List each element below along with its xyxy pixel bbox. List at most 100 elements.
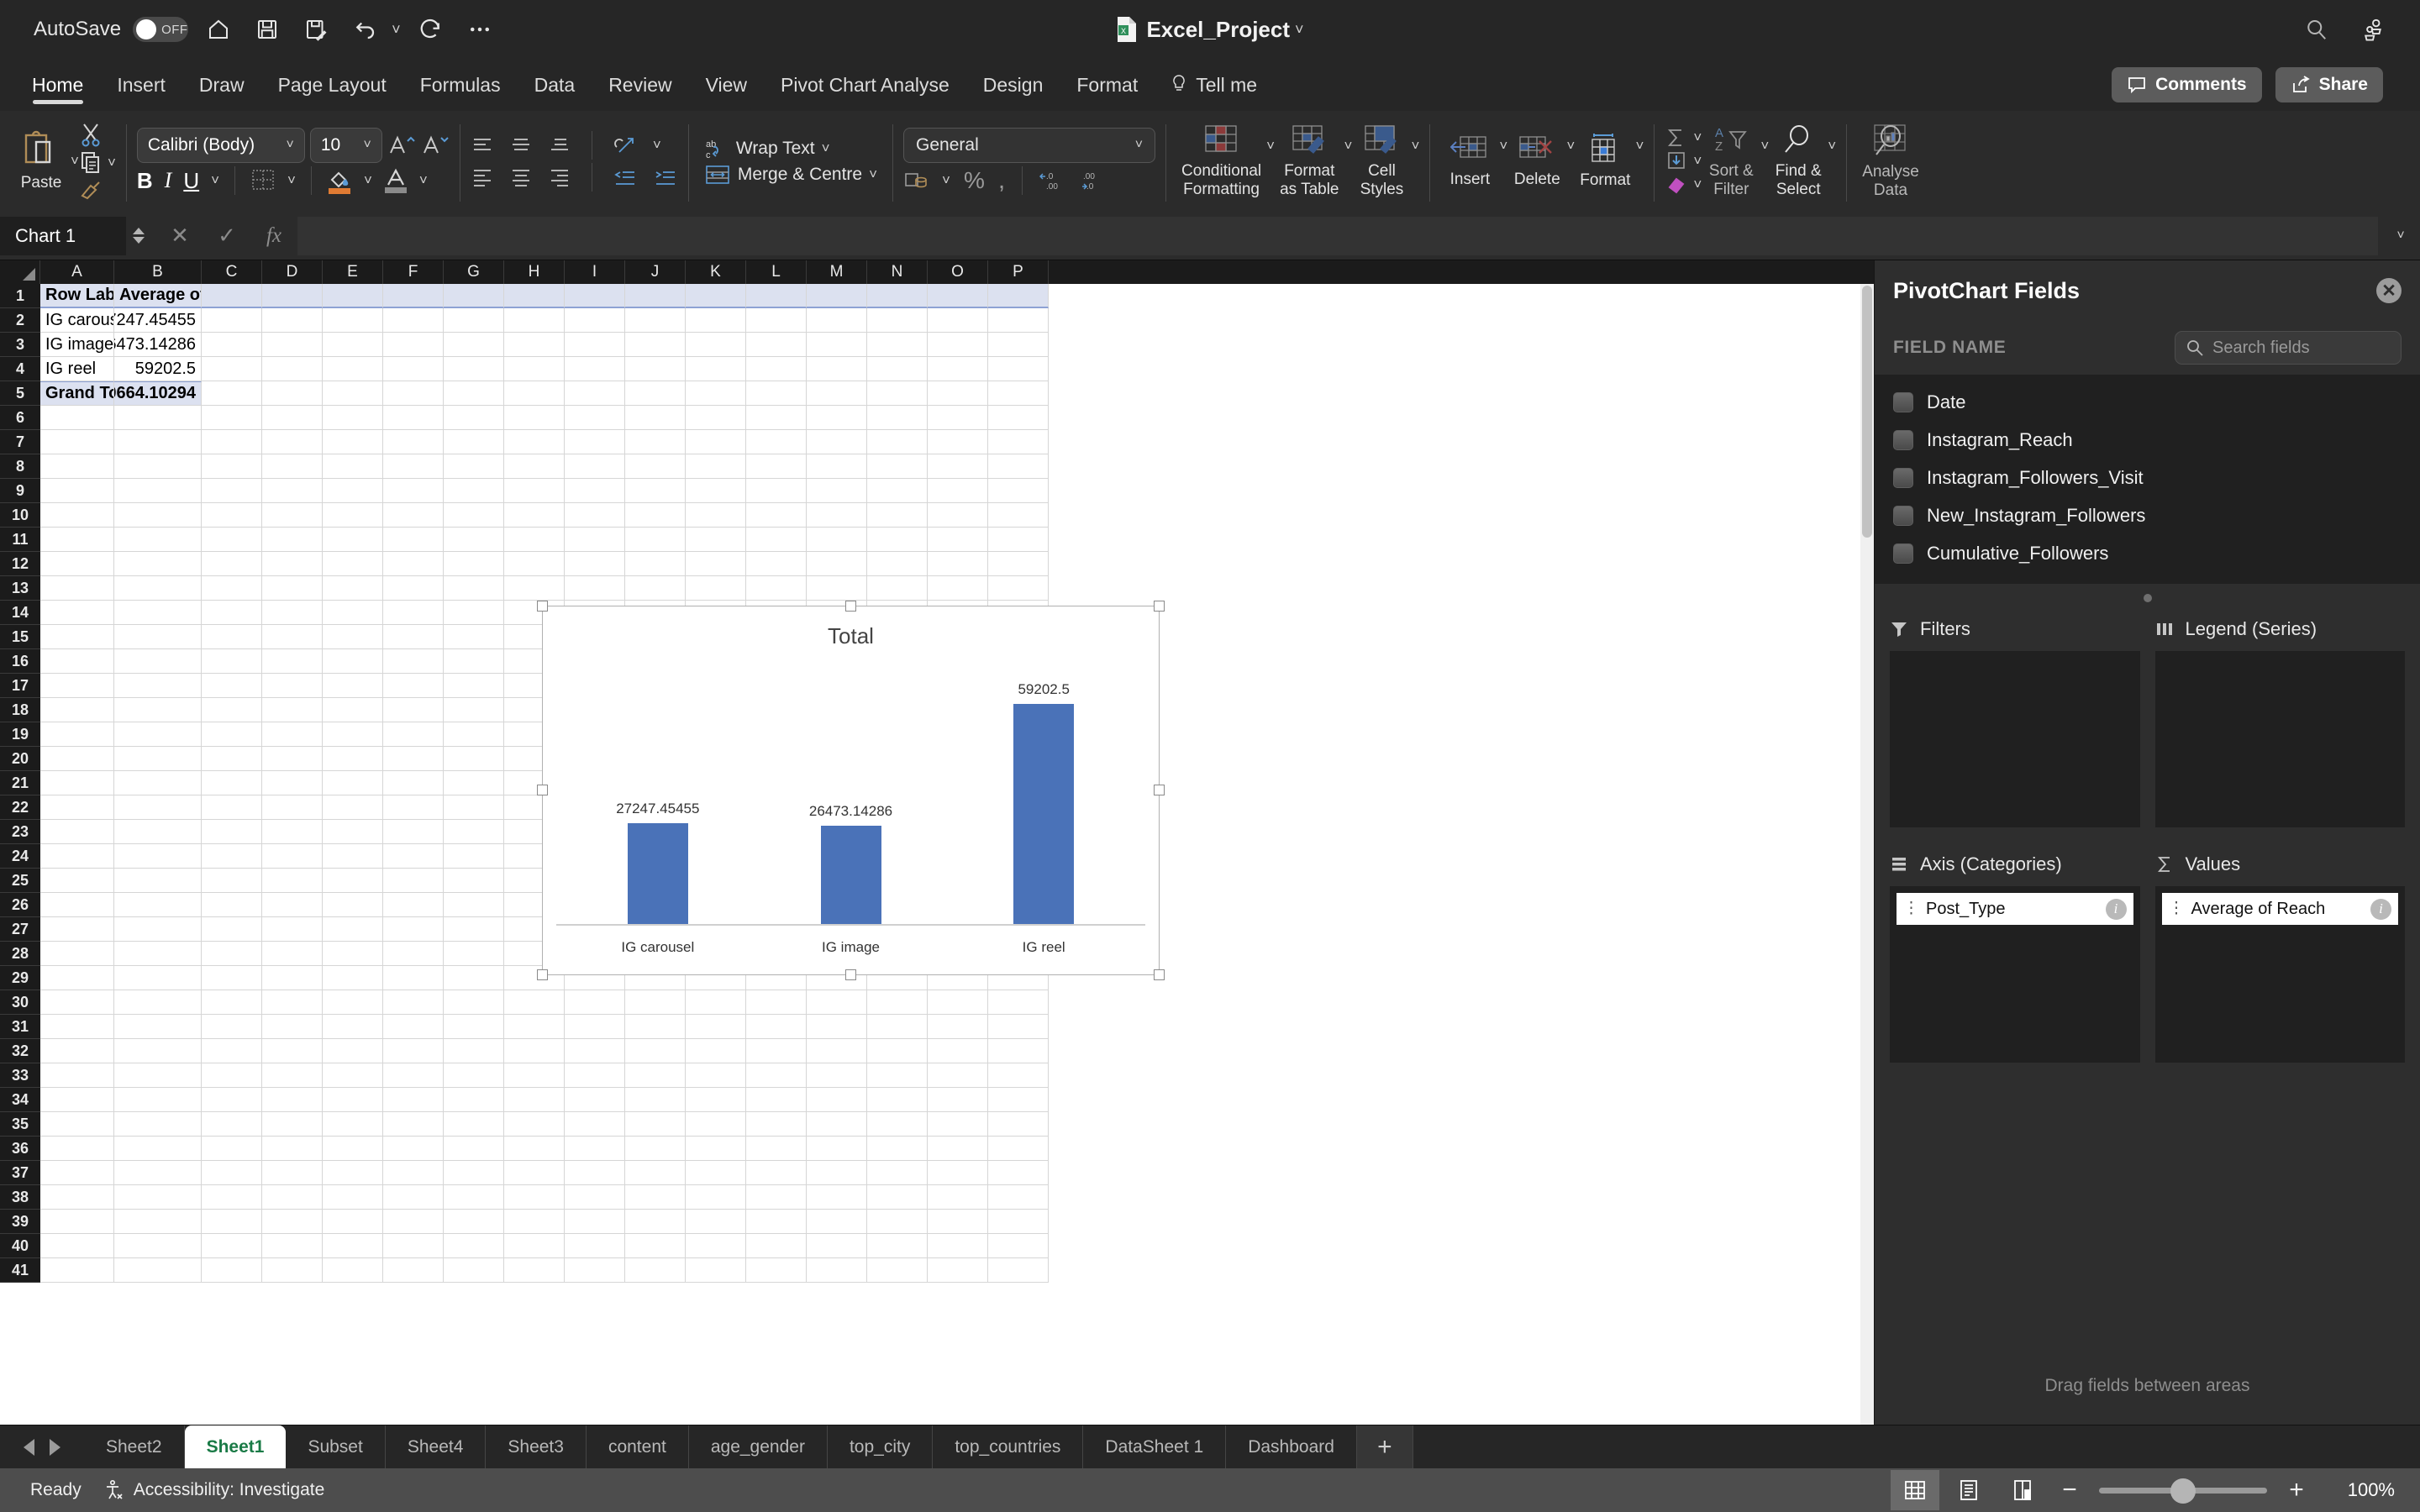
resize-handle-e[interactable] — [1154, 785, 1165, 795]
cell-E33[interactable] — [323, 1063, 383, 1088]
cell-N41[interactable] — [867, 1258, 928, 1283]
row-header-9[interactable]: 9 — [0, 479, 40, 503]
cell-P40[interactable] — [988, 1234, 1049, 1258]
cell-E12[interactable] — [323, 552, 383, 576]
cell-D33[interactable] — [262, 1063, 323, 1088]
zone-filters-box[interactable] — [1890, 651, 2140, 827]
account-icon[interactable] — [2354, 11, 2391, 48]
cell-G26[interactable] — [444, 893, 504, 917]
cell-P10[interactable] — [988, 503, 1049, 528]
column-header-I[interactable]: I — [565, 260, 625, 284]
cell-K30[interactable] — [686, 990, 746, 1015]
autosum-chevron-down-icon[interactable]: ˅ — [1693, 129, 1702, 146]
confirm-formula-button[interactable]: ✓ — [203, 223, 250, 249]
cell-H12[interactable] — [504, 552, 565, 576]
cell-O32[interactable] — [928, 1039, 988, 1063]
cell-M5[interactable] — [807, 381, 867, 406]
cell-A35[interactable] — [40, 1112, 114, 1137]
zoom-slider[interactable] — [2099, 1478, 2267, 1504]
chart-bar-slot[interactable]: 26473.14286 — [755, 665, 948, 924]
row-header-11[interactable]: 11 — [0, 528, 40, 552]
cell-G27[interactable] — [444, 917, 504, 942]
cell-K37[interactable] — [686, 1161, 746, 1185]
cell-E2[interactable] — [323, 308, 383, 333]
cell-H35[interactable] — [504, 1112, 565, 1137]
chart-bar[interactable] — [627, 822, 688, 924]
sheet-next-icon[interactable] — [50, 1438, 60, 1456]
paste-button[interactable]: Paste — [12, 130, 71, 192]
cell-G13[interactable] — [444, 576, 504, 601]
cell-I9[interactable] — [565, 479, 625, 503]
cell-H3[interactable] — [504, 333, 565, 357]
cell-N35[interactable] — [867, 1112, 928, 1137]
cell-D35[interactable] — [262, 1112, 323, 1137]
cell-D1[interactable] — [262, 284, 323, 308]
cell-E29[interactable] — [323, 966, 383, 990]
cell-P2[interactable] — [988, 308, 1049, 333]
row-header-1[interactable]: 1 — [0, 284, 40, 308]
cell-L7[interactable] — [746, 430, 807, 454]
spinner-down-icon[interactable] — [133, 237, 145, 244]
cell-I36[interactable] — [565, 1137, 625, 1161]
cell-L40[interactable] — [746, 1234, 807, 1258]
cell-I10[interactable] — [565, 503, 625, 528]
cell-C34[interactable] — [202, 1088, 262, 1112]
cell-B37[interactable] — [114, 1161, 202, 1185]
cell-K34[interactable] — [686, 1088, 746, 1112]
cell-C15[interactable] — [202, 625, 262, 649]
cell-I35[interactable] — [565, 1112, 625, 1137]
resize-handle-nw[interactable] — [537, 601, 548, 612]
cell-D3[interactable] — [262, 333, 323, 357]
cell-C12[interactable] — [202, 552, 262, 576]
cell-A40[interactable] — [40, 1234, 114, 1258]
cell-C19[interactable] — [202, 722, 262, 747]
fill-color-chevron-down-icon[interactable]: ˅ — [364, 172, 372, 189]
cell-J3[interactable] — [625, 333, 686, 357]
cell-D8[interactable] — [262, 454, 323, 479]
sheet-tab-content[interactable]: content — [587, 1425, 689, 1468]
sheet-tab-sheet4[interactable]: Sheet4 — [386, 1425, 487, 1468]
sheet-tab-subset[interactable]: Subset — [286, 1425, 386, 1468]
cell-D23[interactable] — [262, 820, 323, 844]
cell-L38[interactable] — [746, 1185, 807, 1210]
pivot-field-item[interactable]: Cumulative_Followers — [1875, 534, 2420, 572]
formula-bar-chevron-down-icon[interactable]: ˅ — [2381, 228, 2420, 244]
underline-button[interactable]: U — [183, 168, 199, 194]
cell-P41[interactable] — [988, 1258, 1049, 1283]
cell-I8[interactable] — [565, 454, 625, 479]
insert-function-button[interactable]: fx — [250, 224, 297, 248]
cell-A15[interactable] — [40, 625, 114, 649]
cell-E30[interactable] — [323, 990, 383, 1015]
formula-input[interactable] — [297, 216, 2378, 255]
cell-B24[interactable] — [114, 844, 202, 869]
merge-centre-button[interactable]: Merge & Centre ˅ — [699, 164, 882, 186]
cell-E4[interactable] — [323, 357, 383, 381]
cell-A17[interactable] — [40, 674, 114, 698]
zone-values-box[interactable]: ⋮ Average of Reach i — [2154, 886, 2405, 1063]
undo-icon[interactable] — [346, 11, 383, 48]
find-select-button[interactable]: Find & Select — [1769, 123, 1828, 199]
column-header-P[interactable]: P — [988, 260, 1049, 284]
cell-N9[interactable] — [867, 479, 928, 503]
cell-K41[interactable] — [686, 1258, 746, 1283]
cell-P39[interactable] — [988, 1210, 1049, 1234]
cell-D12[interactable] — [262, 552, 323, 576]
cell-F40[interactable] — [383, 1234, 444, 1258]
resize-handle-n[interactable] — [844, 601, 856, 612]
cell-O2[interactable] — [928, 308, 988, 333]
delete-chevron-down-icon[interactable]: ˅ — [1566, 138, 1575, 155]
cell-G31[interactable] — [444, 1015, 504, 1039]
increase-indent-icon[interactable] — [653, 167, 678, 187]
cell-H41[interactable] — [504, 1258, 565, 1283]
cell-C13[interactable] — [202, 576, 262, 601]
cell-H37[interactable] — [504, 1161, 565, 1185]
cell-P6[interactable] — [988, 406, 1049, 430]
cell-G41[interactable] — [444, 1258, 504, 1283]
cell-A24[interactable] — [40, 844, 114, 869]
text-orientation-icon[interactable] — [613, 134, 638, 157]
cell-N7[interactable] — [867, 430, 928, 454]
cell-D20[interactable] — [262, 747, 323, 771]
cell-D17[interactable] — [262, 674, 323, 698]
column-header-L[interactable]: L — [746, 260, 807, 284]
cell-I2[interactable] — [565, 308, 625, 333]
